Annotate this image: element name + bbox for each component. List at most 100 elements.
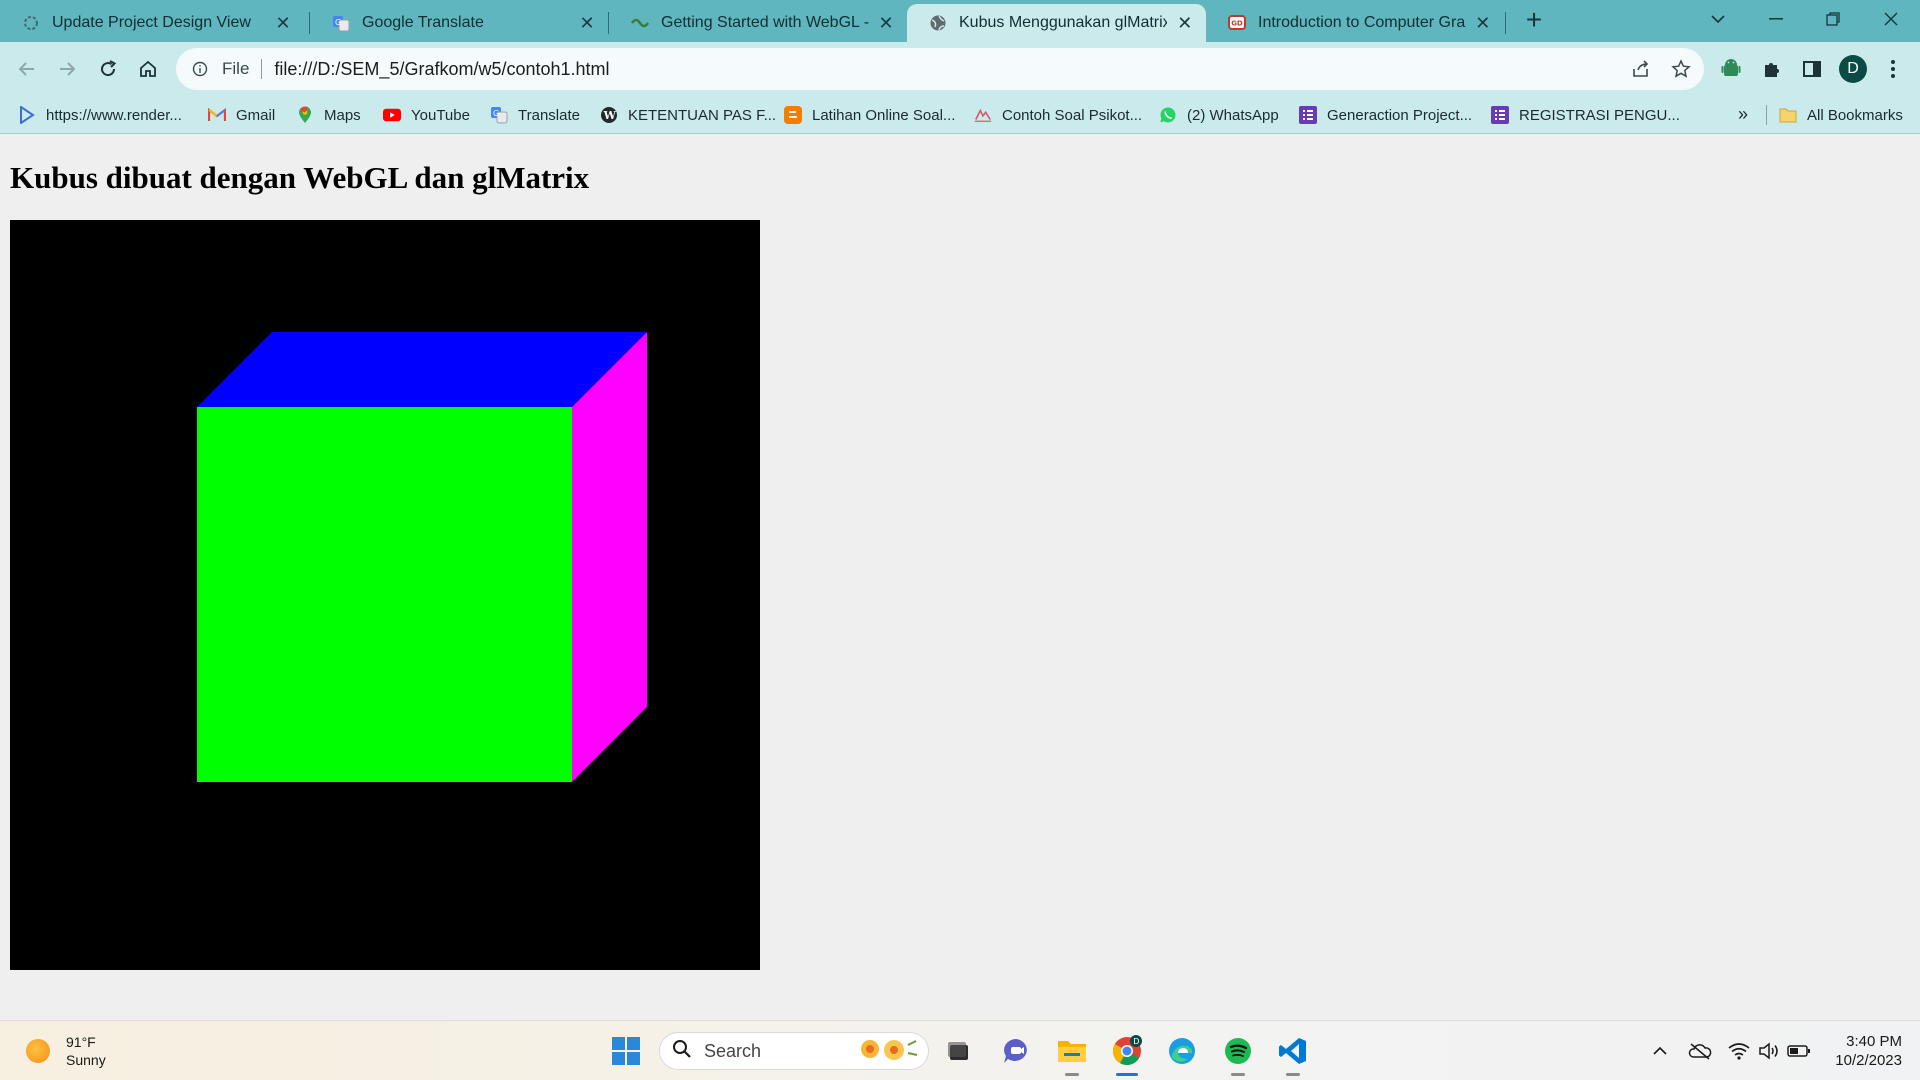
bookmark-star-icon[interactable] [1664, 52, 1698, 86]
tab-title: Update Project Design View [52, 14, 251, 31]
kebab-menu-icon[interactable] [1876, 52, 1910, 86]
close-icon[interactable]: ✕ [877, 13, 895, 33]
cube-front-face [197, 407, 572, 782]
weather-widget[interactable]: 91°F Sunny [26, 1033, 106, 1069]
webgl-icon [631, 14, 649, 32]
forward-button[interactable] [50, 52, 84, 86]
bookmark-youtube[interactable]: YouTube [383, 96, 470, 134]
running-indicator [1231, 1073, 1245, 1076]
tab-title: Introduction to Computer Graph [1258, 14, 1466, 31]
bookmark-registrasi[interactable]: REGISTRASI PENGU... [1491, 96, 1680, 134]
minimize-button[interactable] [1748, 0, 1804, 38]
close-icon[interactable]: ✕ [577, 13, 597, 33]
svg-text:GD: GD [1231, 20, 1243, 28]
bookmarks-divider [1766, 105, 1767, 125]
home-button[interactable] [131, 52, 165, 86]
info-icon[interactable] [190, 59, 210, 79]
weather-condition: Sunny [66, 1052, 106, 1068]
tab-search-chevron-icon[interactable] [1690, 0, 1746, 38]
new-tab-button[interactable]: + [1519, 6, 1549, 36]
address-bar[interactable]: File file:///D:/SEM_5/Grafkom/w5/contoh1… [176, 48, 1704, 90]
windows-taskbar: 91°F Sunny Search D 3:40 PM 10/2/2023 [0, 1020, 1920, 1080]
back-button[interactable] [10, 52, 44, 86]
bookmark-translate[interactable]: G Translate [490, 96, 580, 134]
task-view-icon[interactable] [939, 1031, 979, 1071]
tab-intro-computer-graphics[interactable]: GD Introduction to Computer Graph ✕ [1206, 4, 1504, 42]
tab-google-translate[interactable]: G Google Translate ✕ [310, 4, 609, 42]
bookmark-label: Contoh Soal Psikot... [1002, 106, 1143, 124]
webgl-canvas[interactable] [10, 220, 760, 970]
tab-title: Google Translate [362, 14, 484, 31]
translate-icon: G [490, 106, 508, 124]
bookmark-ketentuan[interactable]: W KETENTUAN PAS F... [600, 96, 776, 134]
bookmark-whatsapp[interactable]: (2) WhatsApp [1159, 96, 1279, 134]
bookmark-label: Maps [324, 106, 361, 124]
search-label: Search [704, 1040, 762, 1061]
page-viewport: Kubus dibuat dengan WebGL dan glMatrix [0, 135, 1920, 1020]
bookmarks-overflow-button[interactable]: » [1738, 104, 1748, 125]
bookmark-latihan-online[interactable]: Latihan Online Soal... [784, 96, 955, 134]
gear-loading-icon [22, 14, 40, 32]
tab-webgl-getting-started[interactable]: Getting Started with WebGL - Gu ✕ [609, 4, 907, 42]
bookmark-contoh-soal[interactable]: Contoh Soal Psikot... [974, 96, 1142, 134]
search-icon [672, 1039, 692, 1064]
edge-icon[interactable] [1162, 1031, 1202, 1071]
extensions-puzzle-icon[interactable] [1755, 52, 1789, 86]
file-explorer-icon[interactable] [1052, 1031, 1092, 1071]
bookmark-label: Translate [518, 106, 580, 124]
sun-icon [26, 1039, 50, 1063]
svg-text:G: G [335, 18, 341, 27]
close-icon[interactable]: ✕ [1175, 13, 1194, 33]
cube-right-face [572, 332, 647, 782]
forms-icon [1491, 106, 1509, 124]
reload-button[interactable] [91, 52, 125, 86]
browser-toolbar: File file:///D:/SEM_5/Grafkom/w5/contoh1… [0, 42, 1920, 96]
battery-icon[interactable] [1787, 1039, 1811, 1063]
system-clock[interactable]: 3:40 PM 10/2/2023 [1830, 1032, 1902, 1070]
bookmark-gmail[interactable]: Gmail [208, 96, 275, 134]
globe-icon [929, 14, 947, 32]
render-icon [18, 106, 36, 124]
windows-start-icon[interactable] [606, 1031, 646, 1071]
teams-chat-icon[interactable] [996, 1031, 1036, 1071]
bookmark-label: Latihan Online Soal... [812, 106, 956, 124]
bookmarks-bar: https://www.render... Gmail Maps YouTube… [0, 96, 1920, 134]
tab-update-project[interactable]: Update Project Design View ✕ [0, 4, 305, 42]
bookmark-label: YouTube [411, 106, 470, 124]
running-indicator [1286, 1073, 1300, 1076]
search-highlight-icon [856, 1035, 920, 1068]
tab-kubus-glmatrix[interactable]: Kubus Menggunakan glMatrix d ✕ [907, 4, 1206, 42]
close-window-button[interactable] [1863, 0, 1919, 38]
slides-icon: GD [1228, 14, 1246, 32]
tray-chevron-up-icon[interactable] [1648, 1039, 1672, 1063]
bookmark-render[interactable]: https://www.render... [18, 96, 182, 134]
close-icon[interactable]: ✕ [1474, 13, 1492, 33]
close-icon[interactable]: ✕ [273, 13, 293, 33]
tab-strip: Update Project Design View ✕ G Google Tr… [0, 0, 1920, 42]
onedrive-offline-icon[interactable] [1688, 1039, 1712, 1063]
bookmark-generaction[interactable]: Generaction Project... [1299, 96, 1472, 134]
side-panel-icon[interactable] [1795, 52, 1829, 86]
clock-date: 10/2/2023 [1835, 1052, 1902, 1069]
svg-text:W: W [603, 109, 617, 122]
youtube-icon [383, 106, 401, 124]
google-translate-icon: G [332, 14, 350, 32]
taskbar-search[interactable]: Search [659, 1032, 929, 1070]
vscode-icon[interactable] [1273, 1031, 1313, 1071]
restore-button[interactable] [1805, 0, 1861, 38]
volume-icon[interactable] [1757, 1039, 1781, 1063]
bookmark-label: (2) WhatsApp [1187, 106, 1279, 124]
spotify-icon[interactable] [1218, 1031, 1258, 1071]
scheme-label: File [222, 59, 250, 78]
android-extension-icon[interactable] [1714, 52, 1748, 86]
chrome-icon[interactable]: D [1107, 1031, 1147, 1071]
all-bookmarks-button[interactable]: All Bookmarks [1779, 96, 1903, 134]
weather-temp: 91°F [66, 1034, 96, 1050]
bookmark-maps[interactable]: Maps [296, 96, 361, 134]
wordpress-icon: W [600, 106, 618, 124]
url-text[interactable]: file:///D:/SEM_5/Grafkom/w5/contoh1.html [274, 59, 1624, 80]
profile-avatar[interactable]: D [1839, 55, 1867, 83]
maps-icon [296, 106, 314, 124]
share-icon[interactable] [1624, 52, 1658, 86]
wifi-icon[interactable] [1727, 1039, 1751, 1063]
